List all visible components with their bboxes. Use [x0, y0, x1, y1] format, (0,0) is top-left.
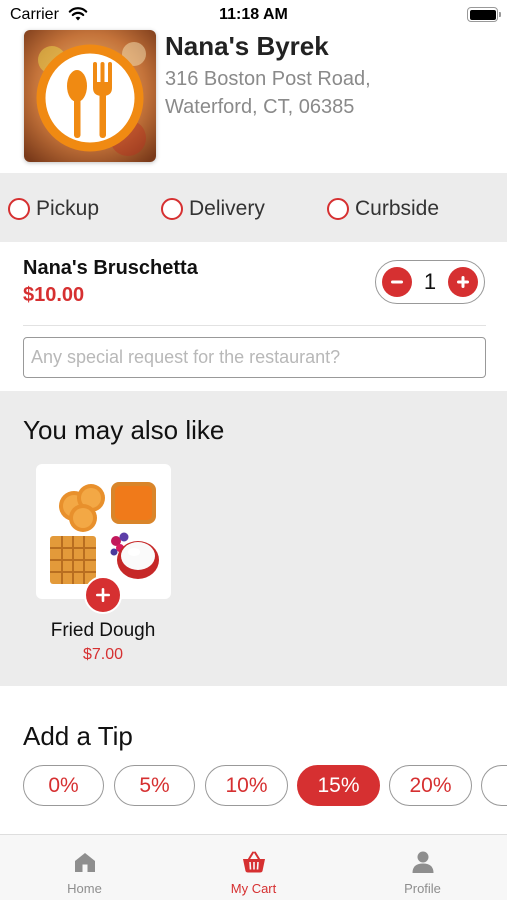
- tip-option-0[interactable]: 0%: [23, 765, 104, 806]
- radio-button[interactable]: [161, 198, 183, 220]
- suggestion-item-price: $7.00: [82, 646, 124, 663]
- restaurant-header: Nana's Byrek 316 Boston Post Road, Water…: [0, 30, 507, 173]
- cart-item-name: Nana's Bruschetta: [23, 257, 198, 279]
- plus-icon: [96, 588, 110, 602]
- tip-option-20[interactable]: 20%: [389, 765, 472, 806]
- decrease-quantity-button[interactable]: [382, 267, 412, 297]
- minus-icon: [391, 280, 403, 284]
- order-type-selector: Pickup Delivery Curbside: [0, 173, 507, 242]
- cart-item-price: $10.00: [23, 284, 85, 306]
- divider: [23, 325, 486, 326]
- quantity-value: 1: [423, 269, 437, 294]
- suggestions-title: You may also like: [23, 415, 225, 445]
- tip-option-15[interactable]: 15%: [297, 765, 380, 806]
- restaurant-logo: [24, 30, 156, 162]
- restaurant-address-line2: Waterford, CT, 06385: [165, 96, 355, 118]
- restaurant-address-line1: 316 Boston Post Road,: [165, 68, 371, 90]
- cart-item: Nana's Bruschetta $10.00 1: [0, 242, 507, 327]
- fork-spoon-icon: [24, 30, 156, 162]
- tab-home[interactable]: Home: [0, 835, 169, 900]
- order-type-label: Delivery: [189, 197, 265, 220]
- increase-quantity-button[interactable]: [448, 267, 478, 297]
- tip-title: Add a Tip: [23, 721, 133, 751]
- radio-button[interactable]: [327, 198, 349, 220]
- tab-label: Profile: [404, 881, 441, 896]
- plus-icon: [457, 276, 469, 288]
- tab-label: Home: [67, 881, 102, 896]
- home-icon: [75, 853, 95, 872]
- special-request-input[interactable]: [23, 337, 486, 378]
- clock: 11:18 AM: [219, 6, 288, 23]
- tab-label: My Cart: [230, 881, 277, 896]
- tip-option-10[interactable]: 10%: [205, 765, 288, 806]
- order-type-delivery[interactable]: Delivery: [161, 196, 265, 222]
- order-type-label: Pickup: [36, 197, 100, 220]
- radio-button[interactable]: [8, 198, 30, 220]
- tab-bar: Home My Cart Profile: [0, 834, 507, 900]
- order-type-curbside[interactable]: Curbside: [327, 196, 439, 222]
- basket-icon: [243, 851, 265, 873]
- battery-tip: [499, 12, 501, 17]
- quantity-stepper: 1: [375, 260, 485, 304]
- tip-option-more[interactable]: [481, 765, 507, 806]
- order-type-pickup[interactable]: Pickup: [8, 196, 99, 222]
- add-suggestion-button[interactable]: [84, 576, 122, 614]
- tip-option-5[interactable]: 5%: [114, 765, 195, 806]
- restaurant-name: Nana's Byrek: [165, 31, 329, 61]
- tab-profile[interactable]: Profile: [338, 835, 507, 900]
- person-icon: [412, 851, 434, 873]
- order-type-label: Curbside: [355, 197, 440, 220]
- suggestions-section: You may also like Fried Dough $7.00: [0, 391, 507, 686]
- battery-icon: [467, 7, 498, 22]
- tab-my-cart[interactable]: My Cart: [169, 835, 338, 900]
- suggestion-item-name: Fried Dough: [50, 620, 156, 641]
- tip-section: Add a Tip 0% 5% 10% 15% 20%: [0, 686, 507, 834]
- status-bar: Carrier 11:18 AM: [0, 0, 507, 30]
